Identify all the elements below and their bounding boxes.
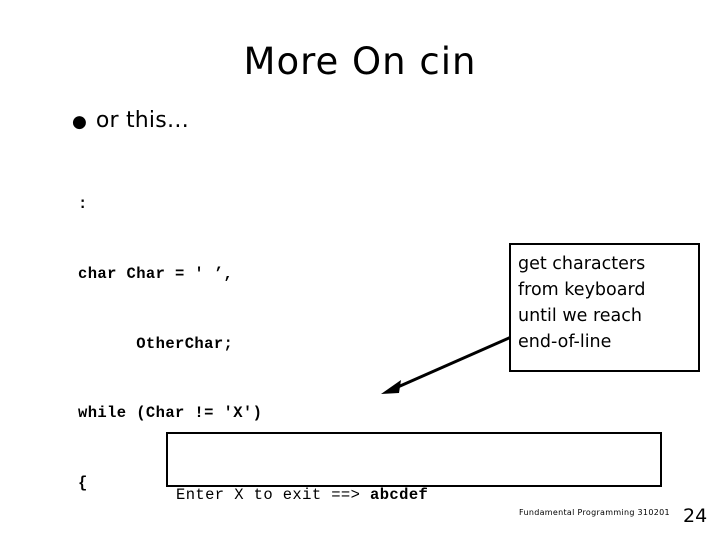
code-line: char Char = ' ’, — [78, 265, 234, 283]
bullet-point-icon: ● — [72, 112, 87, 132]
bullet-item: ● or this… — [72, 108, 189, 133]
console-output-lines: Enter X to exit ==> abcdef Enter X to ex… — [168, 434, 660, 540]
code-line: OtherChar; — [78, 334, 234, 353]
console-user-input: abcdef — [370, 486, 429, 504]
page-number: 24 — [683, 505, 708, 527]
slide-canvas: More On cin ● or this… : char Char = ' ’… — [0, 0, 720, 540]
console-prompt: Enter X to exit ==> — [176, 486, 371, 504]
footer-credit: Fundamental Programming 310201 — [519, 508, 670, 517]
bullet-item-label: or this… — [95, 108, 190, 133]
callout-box: get characters from keyboard until we re… — [509, 243, 700, 372]
callout-text: get characters from keyboard until we re… — [518, 254, 646, 352]
code-line: while (Char != 'X') — [78, 404, 263, 423]
code-line: : — [78, 195, 88, 214]
page-title: More On cin — [243, 40, 477, 83]
console-output-box: Enter X to exit ==> abcdef Enter X to ex… — [166, 432, 662, 504]
console-line: Enter X to exit ==> abcdef — [176, 484, 660, 507]
